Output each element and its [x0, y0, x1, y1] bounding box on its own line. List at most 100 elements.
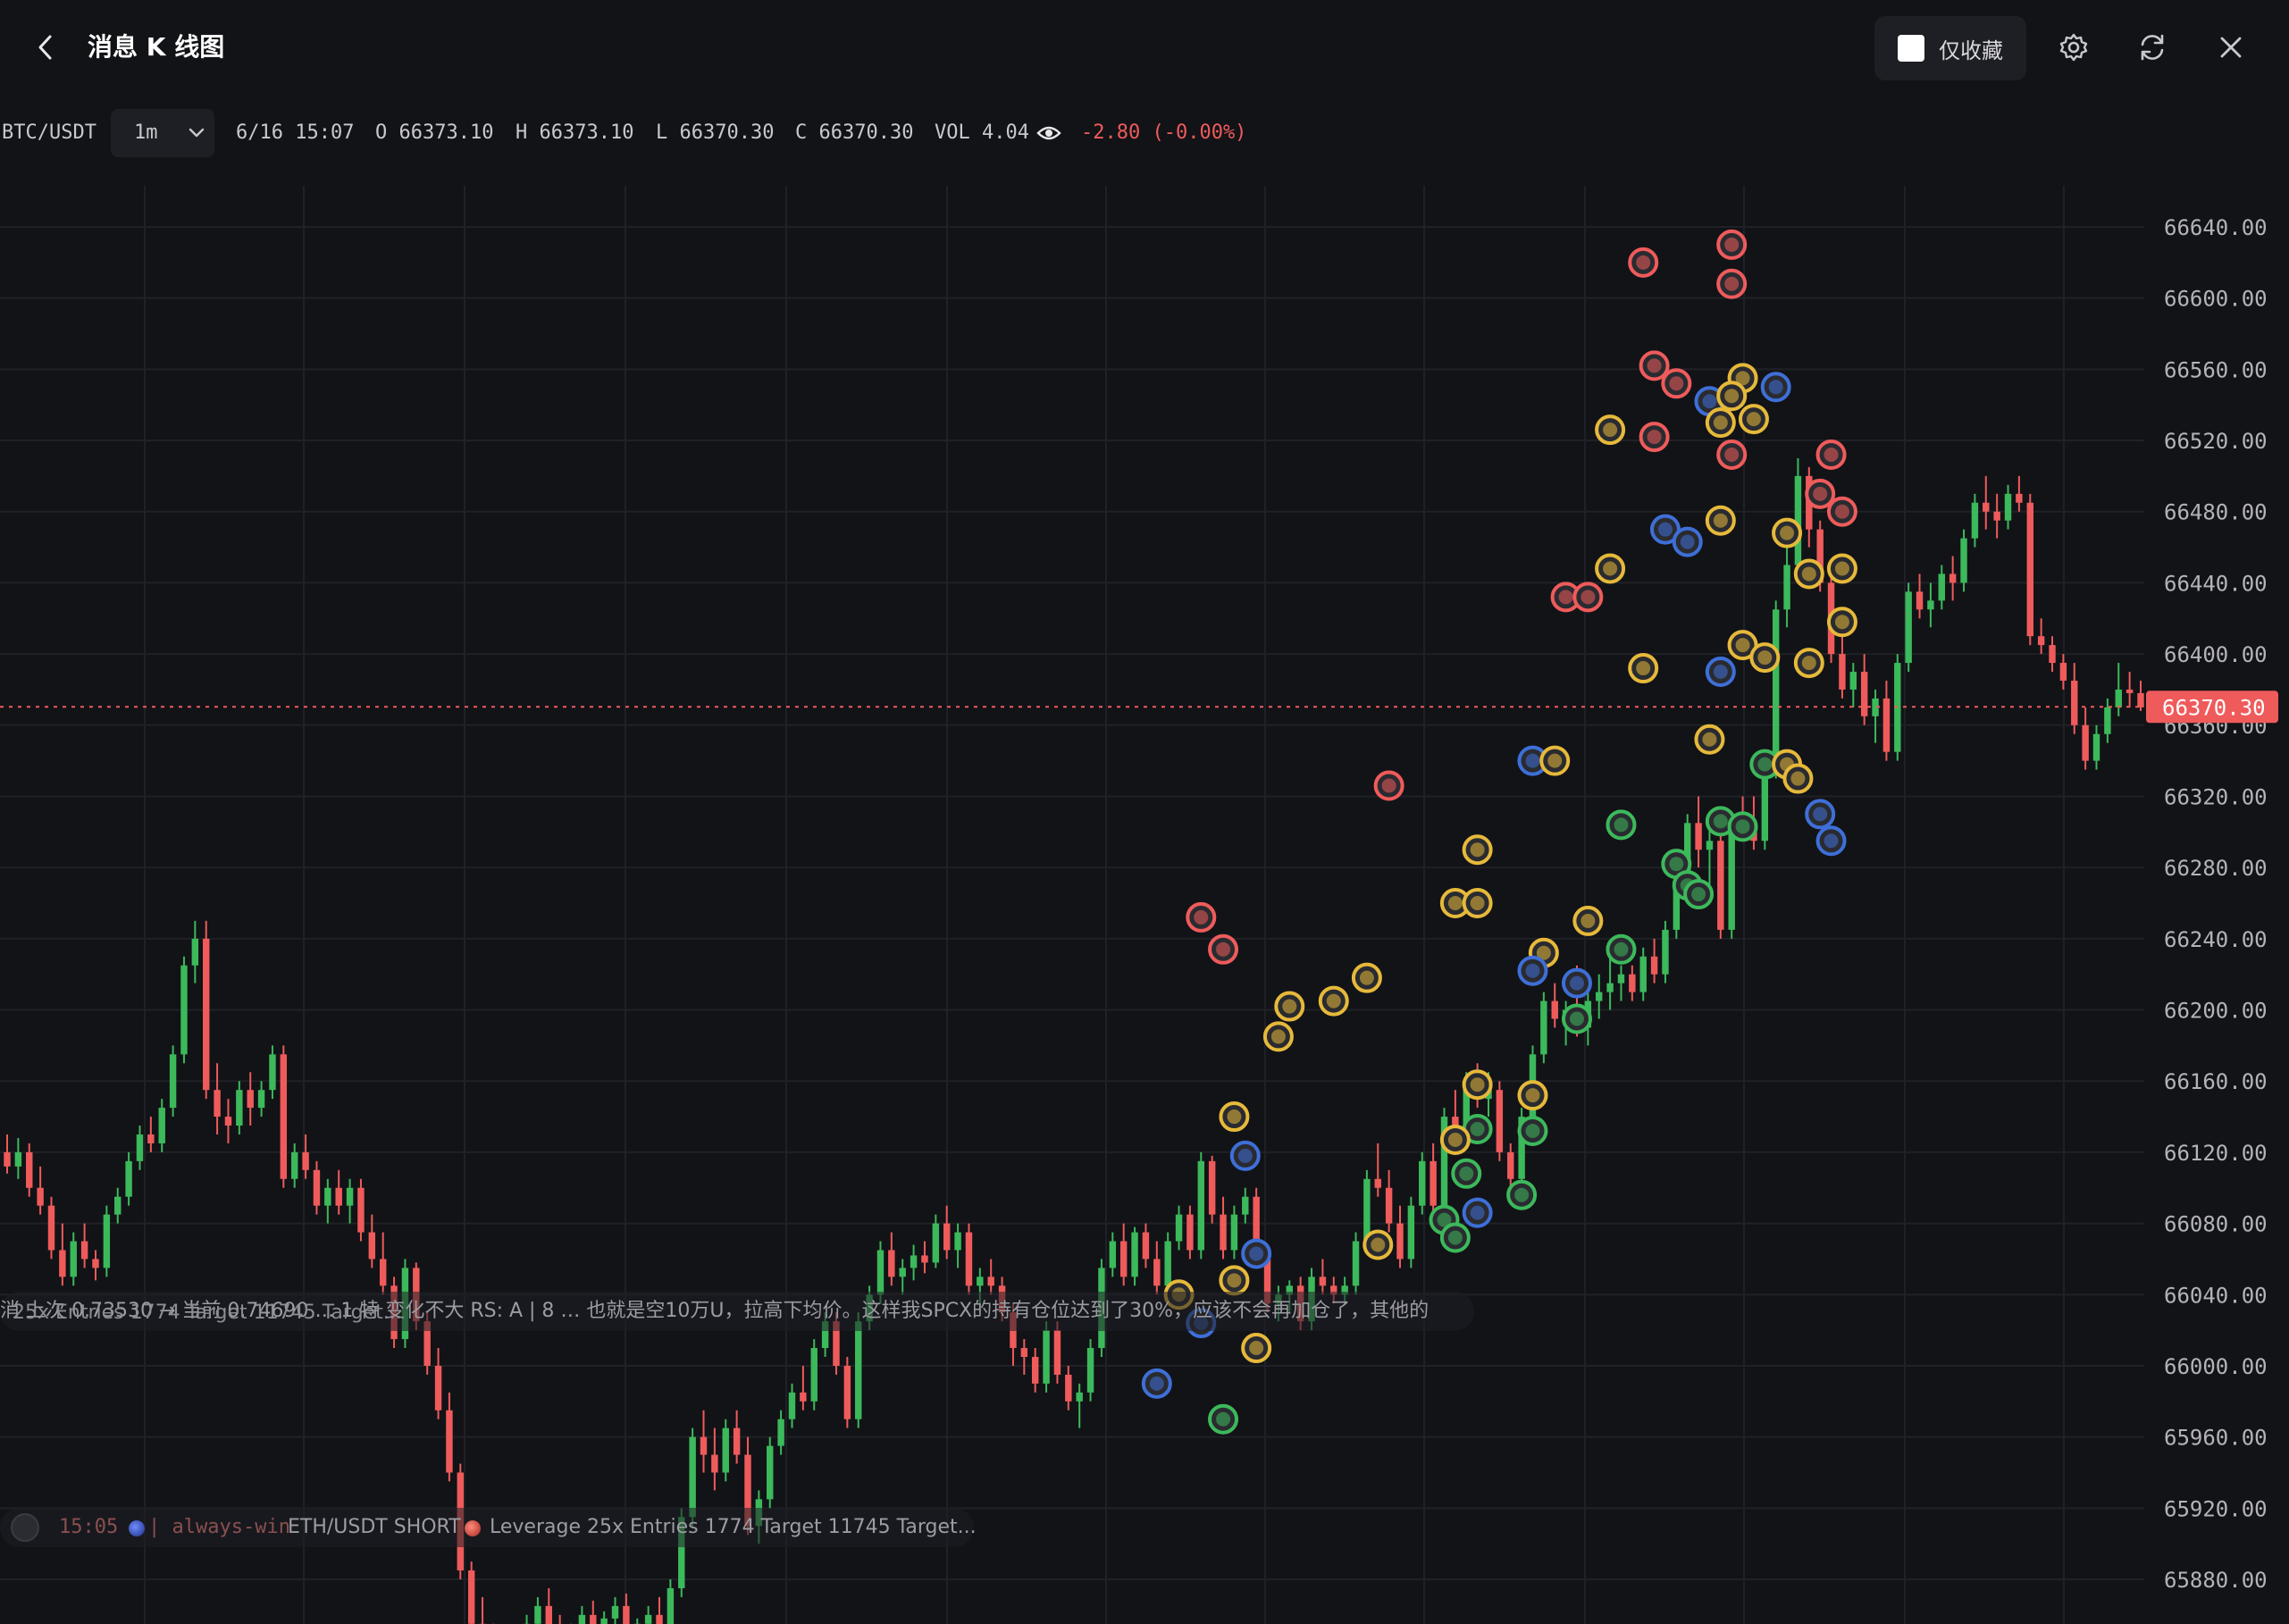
message-ticker-row[interactable]: 消 上次 0.73530 → 当前 0.74690 … 1 特 变化不大 RS:… [0, 1292, 1474, 1331]
candle-body [689, 1436, 696, 1518]
candle-body [1949, 573, 1957, 583]
candle-body [1717, 841, 1724, 930]
candle-body [1131, 1232, 1138, 1277]
candle-body [1849, 672, 1857, 690]
message-marker-avatar [1270, 1029, 1286, 1044]
message-marker-avatar [1757, 650, 1773, 666]
candle-body [1363, 1178, 1371, 1242]
candle-body [644, 1614, 652, 1624]
y-axis-tick: 66200.00 [2164, 999, 2268, 1024]
candle-body [203, 938, 210, 1091]
message-marker-avatar [1149, 1376, 1164, 1391]
candle-body [1905, 591, 1912, 664]
y-axis-tick: 65920.00 [2164, 1496, 2268, 1521]
candle-body [1396, 1223, 1404, 1260]
candle-body [247, 1090, 254, 1109]
candle-body [977, 1277, 984, 1286]
message-marker-avatar [1657, 522, 1673, 537]
candle-body [324, 1187, 331, 1206]
candle-body [257, 1090, 265, 1109]
message-marker-avatar [1801, 656, 1816, 671]
message-marker-avatar [1470, 1205, 1485, 1220]
candle-body [1617, 974, 1625, 984]
candle-body [1043, 1330, 1050, 1384]
refresh-icon [2141, 34, 2164, 61]
interval-select[interactable]: 1m [111, 109, 214, 157]
message-marker-avatar [1249, 1246, 1264, 1261]
candle-body [843, 1365, 851, 1419]
candle-body [1993, 511, 2000, 521]
candle-body [711, 1454, 718, 1473]
change-value: -2.80 (-0.00%) [1081, 121, 1247, 144]
message-marker-avatar [1735, 638, 1750, 653]
candle-body [1086, 1348, 1094, 1393]
candle-body [70, 1241, 77, 1277]
y-axis-tick: 66560.00 [2164, 357, 2268, 382]
candle-body [379, 1259, 387, 1286]
y-axis-tick: 66640.00 [2164, 215, 2268, 240]
candle-body [943, 1223, 951, 1251]
candle-body [1551, 1000, 1558, 1019]
message-marker-avatar [1680, 534, 1695, 549]
y-axis-tick: 66240.00 [2164, 927, 2268, 952]
back-button[interactable] [25, 27, 66, 68]
message-marker-avatar [1713, 513, 1728, 528]
candle-body [1109, 1241, 1117, 1268]
message-row[interactable]: 15:05 | always-win ETH/USDT SHORT Levera… [0, 1508, 977, 1547]
candle-body [1596, 992, 1603, 1001]
refresh-button[interactable] [2132, 27, 2173, 68]
candle-body [92, 1259, 99, 1268]
message-marker-avatar [1702, 732, 1717, 747]
message-marker-avatar [1724, 276, 1740, 291]
candle-body [2104, 707, 2111, 734]
message-marker-avatar [1669, 857, 1684, 872]
y-axis-tick: 66440.00 [2164, 571, 2268, 596]
eye-icon[interactable] [1036, 122, 1061, 144]
message-marker-avatar [1470, 896, 1485, 910]
candle-body [1971, 502, 1979, 539]
message-marker-avatar [1647, 358, 1662, 373]
candle-body [1927, 600, 1934, 610]
candle-body [2004, 493, 2012, 521]
candle-body [59, 1250, 66, 1277]
settings-button[interactable] [2053, 27, 2094, 68]
candle-body [158, 1108, 165, 1143]
candle-body [965, 1232, 973, 1286]
candle-body [1142, 1232, 1150, 1260]
message-marker-avatar [1813, 807, 1828, 822]
page-title: 消息 K 线图 [88, 32, 225, 62]
y-axis-tick: 65960.00 [2164, 1426, 2268, 1451]
message-marker-avatar [1603, 561, 1618, 576]
y-axis-tick: 65880.00 [2164, 1568, 2268, 1593]
close-button[interactable] [2210, 27, 2251, 68]
candle-body [1507, 1151, 1514, 1179]
low-value: L 66370.30 [656, 121, 775, 144]
message-marker-avatar [1669, 376, 1684, 391]
candle-body [1695, 823, 1702, 850]
message-user: | always-win [148, 1516, 290, 1538]
candle-body [1164, 1241, 1171, 1286]
candle-body [114, 1196, 122, 1215]
candle-body [280, 1054, 288, 1179]
candle-body [1352, 1241, 1360, 1286]
candle-body [733, 1427, 741, 1455]
message-marker-avatar [1558, 590, 1573, 605]
candle-body [1186, 1214, 1194, 1251]
candlestick-chart[interactable]: 66640.00 66600.00 66560.00 66520.00 66480.00… [0, 186, 2289, 1624]
message-marker-avatar [1790, 771, 1806, 786]
message-marker-avatar [1813, 486, 1828, 501]
favorites-only-toggle[interactable]: 仅收藏 [1874, 16, 2026, 80]
message-marker-avatar [1636, 661, 1651, 676]
message-marker-avatar [1580, 913, 1596, 928]
high-value: H 66373.10 [516, 121, 634, 144]
kline-chart-area[interactable]: 66640.00 66600.00 66560.00 66520.00 66480.00… [0, 186, 2289, 1624]
volume-value: VOL 4.04 [935, 121, 1029, 144]
favorites-checkbox[interactable] [1898, 35, 1924, 62]
candle-body [335, 1187, 342, 1206]
candle-body [1783, 565, 1790, 610]
message-marker-avatar [1713, 814, 1728, 829]
message-marker-avatar [1735, 819, 1750, 834]
favorites-label: 仅收藏 [1939, 38, 2003, 63]
candle-body [302, 1151, 309, 1170]
candle-body [611, 1605, 619, 1619]
